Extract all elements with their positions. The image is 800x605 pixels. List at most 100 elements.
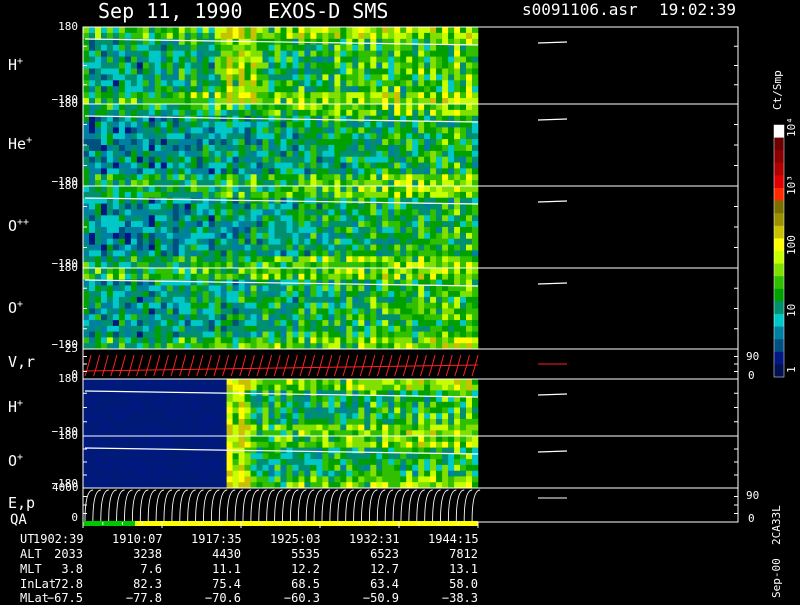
spectrogram-cell: [142, 98, 150, 105]
spectrogram-cell: [83, 296, 90, 303]
spectrogram-cell: [358, 268, 365, 275]
spectrogram-cell: [274, 50, 281, 57]
spectrogram-cell: [424, 424, 431, 431]
spectrogram-cell: [130, 150, 138, 158]
spectrogram-cell: [424, 331, 431, 338]
spectrogram-cell: [154, 109, 162, 117]
spectrogram-cell: [418, 302, 425, 309]
spectrogram-cell: [358, 32, 365, 40]
spectrogram-cell: [364, 430, 371, 437]
spectrogram-cell: [238, 133, 245, 140]
spectrogram-cell: [376, 273, 383, 280]
spectrogram-cell: [412, 262, 419, 269]
spectrogram-cell: [154, 401, 162, 408]
spectrogram-cell: [346, 104, 353, 111]
spectrogram-cell: [454, 104, 461, 111]
spectrogram-cell: [154, 150, 162, 158]
spectrogram-cell: [340, 470, 347, 477]
spectrogram-cell: [226, 250, 233, 257]
spectrogram-cell: [89, 44, 96, 51]
spectrogram-cell: [460, 279, 467, 286]
spectrogram-cell: [406, 221, 413, 228]
spectrogram-cell: [238, 424, 245, 431]
spectrogram-cell: [382, 191, 389, 199]
spectrogram-cell: [244, 464, 251, 471]
ephemeris-value: 4430: [212, 547, 241, 561]
spectrogram-cell: [280, 296, 287, 303]
spectrogram-cell: [430, 384, 437, 391]
spectrogram-cell: [466, 238, 473, 245]
spectrogram-cell: [394, 262, 401, 269]
spectrogram-cell: [112, 215, 120, 222]
spectrogram-cell: [196, 44, 203, 51]
spectrogram-cell: [400, 273, 407, 280]
spectrogram-cell: [436, 430, 443, 437]
spectrogram-cell: [400, 453, 407, 460]
spectrogram-cell: [406, 384, 413, 391]
spectrogram-cell: [400, 291, 407, 298]
spectrogram-cell: [166, 441, 174, 448]
spectrogram-cell: [268, 459, 275, 466]
spectrogram-cell: [364, 115, 371, 122]
spectrogram-cell: [436, 302, 443, 309]
spectrogram-cell: [101, 464, 108, 471]
spectrogram-cell: [292, 80, 299, 87]
spectrogram-cell: [101, 74, 108, 81]
spectrogram-cell: [208, 268, 215, 275]
spectrogram-cell: [352, 401, 359, 408]
spectrogram-cell: [382, 44, 389, 51]
spectrogram-cell: [244, 296, 251, 303]
spectrogram-cell: [136, 50, 144, 57]
spectrogram-cell: [226, 98, 233, 105]
spectrogram-cell: [454, 156, 461, 163]
spectrogram-cell: [106, 62, 114, 69]
spectrogram-cell: [250, 133, 257, 140]
spectrogram-cell: [394, 459, 401, 466]
spectrogram-cell: [106, 464, 114, 471]
spectrogram-cell: [226, 379, 233, 385]
spectrogram-cell: [352, 27, 359, 34]
spectrogram-cell: [436, 180, 443, 187]
spectrogram-cell: [376, 476, 383, 483]
spectrogram-cell: [101, 180, 108, 187]
spectrogram-cell: [238, 453, 245, 460]
spectrogram-cell: [286, 98, 293, 105]
spectrogram-cell: [118, 291, 126, 298]
spectrogram-cell: [184, 145, 191, 152]
spectrogram-cell: [214, 296, 221, 303]
spectrogram-cell: [214, 191, 221, 199]
spectrogram-cell: [352, 104, 359, 111]
spectrogram-cell: [472, 174, 479, 181]
spectrogram-cell: [124, 139, 132, 146]
spectrogram-cell: [172, 331, 180, 338]
spectrogram-cell: [436, 268, 443, 275]
spectrogram-cell: [268, 98, 275, 105]
spectrogram-cell: [124, 227, 132, 234]
spectrogram-cell: [118, 62, 126, 69]
spectrogram-cell: [334, 227, 341, 234]
spectrogram-cell: [466, 145, 473, 152]
spectrogram-cell: [412, 156, 419, 163]
spectrogram-cell: [466, 256, 473, 263]
spectrogram-cell: [298, 418, 305, 425]
spectrogram-cell: [460, 337, 467, 344]
ephemeris-value: 3.8: [61, 562, 83, 576]
spectrogram-cell: [424, 384, 431, 391]
spectrogram-cell: [430, 215, 437, 222]
spectrogram-cell: [268, 464, 275, 471]
spectrogram-cell: [95, 302, 102, 309]
spectrogram-cell: [148, 121, 156, 128]
spectrogram-cell: [358, 232, 365, 240]
spectrogram-cell: [286, 296, 293, 303]
spectrogram-cell: [208, 50, 215, 57]
spectrogram-cell: [178, 92, 186, 99]
spectrogram-cell: [430, 104, 437, 111]
spectrogram-cell: [160, 68, 168, 75]
spectrogram-cell: [466, 308, 473, 315]
spectrogram-cell: [256, 320, 263, 327]
spectrogram-cell: [226, 291, 233, 298]
spectrogram-cell: [274, 74, 281, 81]
spectrogram-cell: [268, 133, 275, 140]
spectrogram-cell: [256, 74, 263, 81]
spectrogram-cell: [316, 168, 323, 175]
